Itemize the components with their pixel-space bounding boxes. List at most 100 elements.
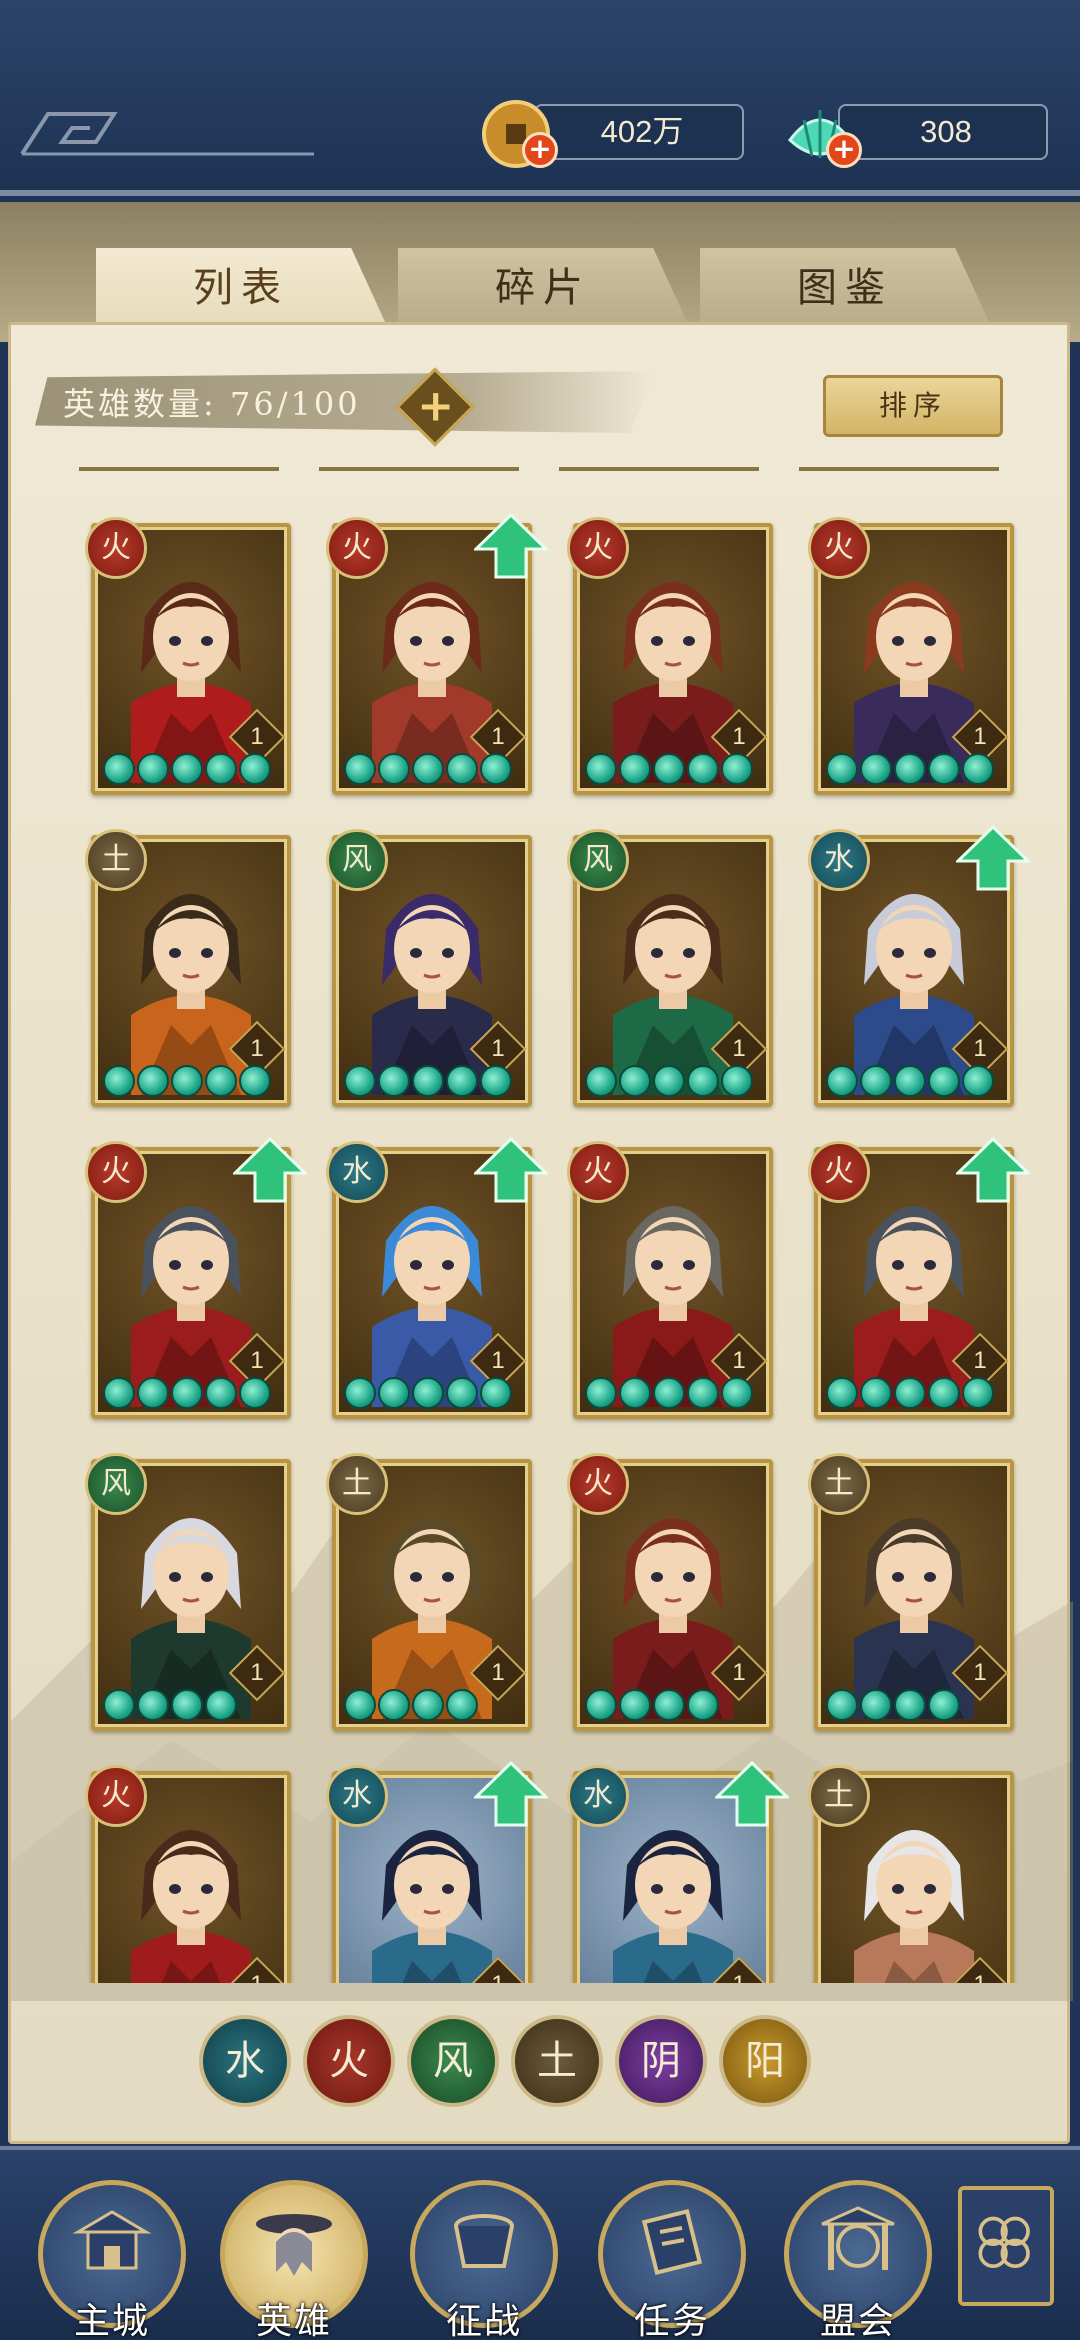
jade-star-icon bbox=[687, 753, 719, 785]
element-filter-button[interactable]: 水 bbox=[199, 2015, 291, 2107]
tab-codex[interactable]: 图鉴 bbox=[700, 248, 990, 324]
jade-currency-display: + 308 bbox=[787, 104, 1048, 168]
star-rating bbox=[344, 1377, 512, 1409]
scroll-icon bbox=[641, 2209, 703, 2275]
element-filter-button[interactable]: 风 bbox=[407, 2015, 499, 2107]
hero-card[interactable]: 火1 bbox=[567, 1453, 773, 1731]
hero-card[interactable]: 水1 bbox=[326, 1137, 548, 1419]
star-rating bbox=[585, 753, 753, 785]
jade-star-icon bbox=[860, 1065, 892, 1097]
nav-main-city[interactable]: 主城 bbox=[38, 2180, 188, 2340]
jade-star-icon bbox=[894, 1065, 926, 1097]
upgrade-arrow-icon bbox=[956, 1137, 1030, 1203]
nav-heroes[interactable]: 英雄 bbox=[220, 2180, 370, 2340]
star-rating bbox=[826, 1377, 994, 1409]
hero-card[interactable]: 火1 bbox=[85, 517, 291, 795]
element-filter-bar: 水火风土阴阳 bbox=[199, 2015, 899, 2115]
jade-star-icon bbox=[619, 1377, 651, 1409]
jade-star-icon bbox=[205, 1065, 237, 1097]
jade-amount: 308 bbox=[920, 114, 972, 149]
star-rating bbox=[826, 1065, 994, 1097]
element-filter-button[interactable]: 火 bbox=[303, 2015, 395, 2107]
war-drum-icon bbox=[454, 2214, 514, 2268]
upgrade-arrow-icon bbox=[474, 513, 548, 579]
hero-card[interactable]: 土1 bbox=[326, 1453, 532, 1731]
hero-card[interactable]: 火1 bbox=[808, 1137, 1030, 1419]
top-bar: + 402万 + 308 bbox=[0, 0, 1080, 196]
jade-star-icon bbox=[103, 1689, 135, 1721]
jade-star-icon bbox=[480, 753, 512, 785]
hero-card[interactable]: 风1 bbox=[567, 829, 773, 1107]
hero-card[interactable]: 土1 bbox=[808, 1453, 1014, 1731]
nav-label: 英雄 bbox=[255, 2301, 332, 2340]
upgrade-arrow-icon bbox=[474, 1761, 548, 1827]
nav-label: 主城 bbox=[73, 2301, 150, 2340]
element-filter-button[interactable]: 阳 bbox=[719, 2015, 811, 2107]
jade-star-icon bbox=[412, 1377, 444, 1409]
tab-list[interactable]: 列表 bbox=[96, 248, 386, 324]
level-value: 1 bbox=[480, 1967, 516, 1983]
sort-button[interactable]: 排序 bbox=[823, 375, 1003, 437]
jade-star-icon bbox=[721, 1377, 753, 1409]
element-filter-button[interactable]: 土 bbox=[511, 2015, 603, 2107]
hero-card[interactable]: 风1 bbox=[85, 1453, 291, 1731]
hero-card[interactable]: 火1 bbox=[808, 517, 1014, 795]
jade-star-icon bbox=[239, 1065, 271, 1097]
element-badge: 水 bbox=[567, 1765, 629, 1827]
level-value: 1 bbox=[491, 1035, 505, 1062]
jade-star-icon bbox=[378, 1689, 410, 1721]
hero-card[interactable]: 火1 bbox=[567, 517, 773, 795]
upgrade-arrow-icon bbox=[715, 1761, 789, 1827]
element-badge: 水 bbox=[326, 1141, 388, 1203]
level-value: 1 bbox=[732, 723, 746, 750]
hero-count-label: 英雄数量: bbox=[63, 385, 217, 423]
hero-card[interactable]: 风1 bbox=[326, 829, 532, 1107]
element-filter-button[interactable]: 阴 bbox=[615, 2015, 707, 2107]
jade-star-icon bbox=[171, 1689, 203, 1721]
hero-card[interactable]: 水1 bbox=[808, 825, 1030, 1107]
jade-star-icon bbox=[928, 1377, 960, 1409]
element-badge: 火 bbox=[567, 1453, 629, 1515]
guild-hall-icon bbox=[821, 2206, 895, 2270]
hero-card[interactable]: 水1 bbox=[326, 1761, 548, 1983]
nav-campaign[interactable]: 征战 bbox=[410, 2180, 560, 2340]
hero-card[interactable]: 土1 bbox=[808, 1765, 1014, 1983]
jade-star-icon bbox=[860, 1689, 892, 1721]
jade-star-icon bbox=[928, 753, 960, 785]
jade-star-icon bbox=[171, 1065, 203, 1097]
level-value: 1 bbox=[250, 723, 264, 750]
hero-card[interactable]: 水1 bbox=[567, 1761, 789, 1983]
level-value: 1 bbox=[732, 1347, 746, 1374]
element-badge: 火 bbox=[567, 517, 629, 579]
hero-card[interactable]: 火1 bbox=[567, 1141, 773, 1419]
jade-star-icon bbox=[585, 1377, 617, 1409]
star-rating bbox=[585, 1065, 753, 1097]
more-menu-button[interactable] bbox=[958, 2186, 1054, 2306]
hero-card[interactable]: 火1 bbox=[85, 1765, 291, 1983]
star-rating bbox=[344, 1689, 478, 1721]
jade-star-icon bbox=[619, 1689, 651, 1721]
clover-menu-icon bbox=[978, 2216, 1030, 2268]
jade-star-icon bbox=[446, 1689, 478, 1721]
level-value: 1 bbox=[732, 1035, 746, 1062]
hero-card[interactable]: 火1 bbox=[85, 1137, 307, 1419]
jade-star-icon bbox=[826, 1689, 858, 1721]
nav-tasks[interactable]: 任务 bbox=[598, 2180, 748, 2340]
palace-icon bbox=[72, 2210, 152, 2270]
jade-star-icon bbox=[721, 1065, 753, 1097]
element-badge: 土 bbox=[808, 1765, 870, 1827]
hero-card[interactable]: 土1 bbox=[85, 829, 291, 1107]
upgrade-arrow-icon bbox=[956, 825, 1030, 891]
element-badge: 火 bbox=[808, 1141, 870, 1203]
level-value: 1 bbox=[973, 723, 987, 750]
nav-guild[interactable]: 盟会 bbox=[784, 2180, 934, 2340]
jade-star-icon bbox=[239, 753, 271, 785]
jade-star-icon bbox=[137, 753, 169, 785]
hero-card[interactable]: 火1 bbox=[326, 513, 548, 795]
tab-fragments[interactable]: 碎片 bbox=[398, 248, 688, 324]
level-value: 1 bbox=[973, 1347, 987, 1374]
level-value: 1 bbox=[491, 1659, 505, 1686]
jade-star-icon bbox=[585, 753, 617, 785]
jade-star-icon bbox=[826, 1377, 858, 1409]
jade-star-icon bbox=[653, 1065, 685, 1097]
